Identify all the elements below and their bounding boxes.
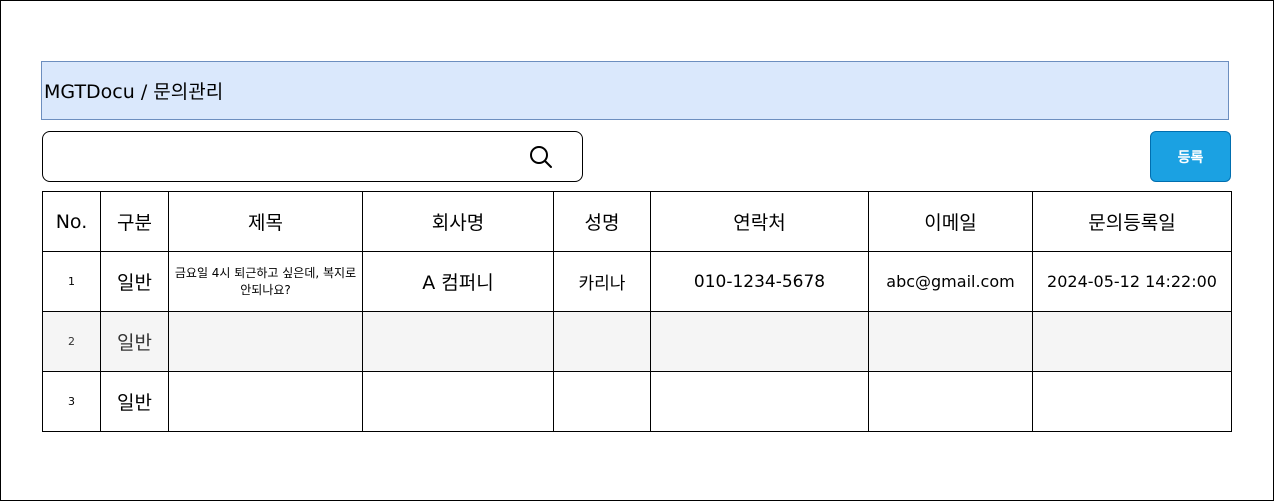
inquiry-table: No. 구분 제목 회사명 성명 연락처 이메일 문의등록일 1 일반 금요일 … [42,191,1232,432]
cell-category: 일반 [100,311,169,372]
breadcrumb-text: MGTDocu / 문의관리 [44,81,224,103]
table-row[interactable]: 1 일반 금요일 4시 퇴근하고 싶은데, 복지로 안되나요? A 컴퍼니 카리… [42,251,1232,312]
cell-name [553,311,651,372]
cell-date: 2024-05-12 14:22:00 [1032,251,1232,312]
cell-category: 일반 [100,251,169,312]
cell-title[interactable]: 금요일 4시 퇴근하고 싶은데, 복지로 안되나요? [168,251,363,312]
column-header-category[interactable]: 구분 [100,191,169,252]
table-header-row: No. 구분 제목 회사명 성명 연락처 이메일 문의등록일 [42,191,1232,252]
cell-no: 3 [42,371,101,432]
cell-name [553,371,651,432]
cell-phone [650,311,869,372]
cell-email [868,311,1033,372]
page-frame: MGTDocu / 문의관리 등록 No. 구분 제목 회사명 성명 연락처 이… [0,0,1274,501]
column-header-name[interactable]: 성명 [553,191,651,252]
cell-category: 일반 [100,371,169,432]
search-box[interactable] [42,131,583,182]
table-row[interactable]: 2 일반 [42,311,1232,372]
column-header-no[interactable]: No. [42,191,101,252]
cell-title[interactable] [168,311,363,372]
column-header-title[interactable]: 제목 [168,191,363,252]
search-input[interactable] [53,140,517,175]
table-row[interactable]: 3 일반 [42,371,1232,432]
register-button-label: 등록 [1177,149,1204,166]
cell-email [868,371,1033,432]
cell-company [362,371,554,432]
column-header-phone[interactable]: 연락처 [650,191,869,252]
cell-no: 2 [42,311,101,372]
cell-name: 카리나 [553,251,651,312]
breadcrumb: MGTDocu / 문의관리 [41,61,1229,120]
cell-date [1032,371,1232,432]
cell-title[interactable] [168,371,363,432]
cell-phone [650,371,869,432]
register-button[interactable]: 등록 [1150,131,1231,182]
cell-company: A 컴퍼니 [362,251,554,312]
column-header-date[interactable]: 문의등록일 [1032,191,1232,252]
column-header-company[interactable]: 회사명 [362,191,554,252]
cell-phone: 010-1234-5678 [650,251,869,312]
cell-no: 1 [42,251,101,312]
search-icon[interactable] [528,144,554,170]
cell-company [362,311,554,372]
cell-email: abc@gmail.com [868,251,1033,312]
column-header-email[interactable]: 이메일 [868,191,1033,252]
cell-date [1032,311,1232,372]
